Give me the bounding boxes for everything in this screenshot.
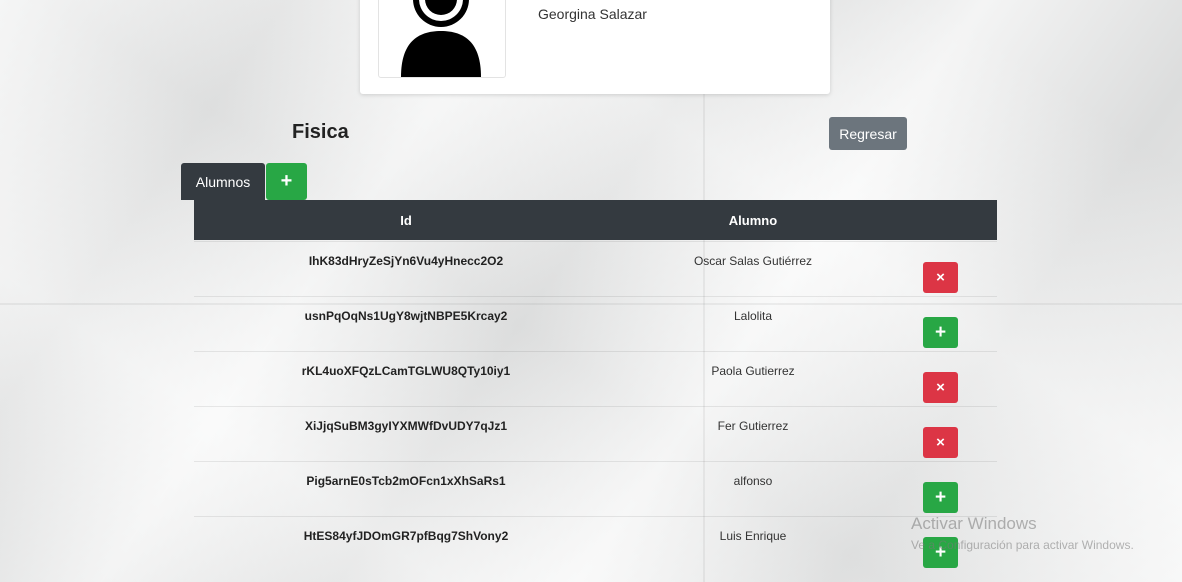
windows-activation-watermark: Activar Windows Ve a Configuración para … <box>911 514 1134 552</box>
remove-student-button[interactable]: × <box>923 427 958 458</box>
add-student-button[interactable]: + <box>266 163 307 200</box>
avatar <box>378 0 506 78</box>
add-student-button[interactable]: + <box>923 482 958 513</box>
remove-student-button[interactable]: × <box>923 262 958 293</box>
student-id: usnPqOqNs1UgY8wjtNBPE5Krcay2 <box>304 309 508 323</box>
student-id: XiJjqSuBM3gyIYXMWfDvUDY7qJz1 <box>304 419 508 433</box>
table-row: IhK83dHryZeSjYn6Vu4yHnecc2O2 Oscar Salas … <box>194 241 997 297</box>
student-id: HtES84yfJDOmGR7pfBqg7ShVony2 <box>303 529 509 543</box>
close-icon: × <box>936 379 945 396</box>
plus-icon: + <box>934 486 947 508</box>
student-name: alfonso <box>733 474 773 488</box>
back-button[interactable]: Regresar <box>829 117 907 150</box>
remove-student-button[interactable]: × <box>923 372 958 403</box>
table-row: HtES84yfJDOmGR7pfBqg7ShVony2 Luis Enrique… <box>194 516 997 572</box>
table-header: Id Alumno <box>194 200 997 240</box>
watermark-title: Activar Windows <box>911 514 1037 533</box>
student-id: Pig5arnE0sTcb2mOFcn1xXhSaRs1 <box>306 474 506 488</box>
student-name: Lalolita <box>733 309 773 323</box>
student-name: Oscar Salas Gutiérrez <box>693 254 813 268</box>
user-silhouette-icon <box>401 0 481 77</box>
table-row: usnPqOqNs1UgY8wjtNBPE5Krcay2 Lalolita + <box>194 296 997 352</box>
close-icon: × <box>936 269 945 286</box>
student-name: Luis Enrique <box>719 529 787 543</box>
tab-alumnos[interactable]: Alumnos <box>181 163 265 200</box>
student-name: Paola Gutierrez <box>711 364 795 378</box>
plus-icon: + <box>934 321 947 343</box>
student-id: IhK83dHryZeSjYn6Vu4yHnecc2O2 <box>308 254 504 268</box>
student-id: rKL4uoXFQzLCamTGLWU8QTy10iy1 <box>301 364 511 378</box>
student-name: Fer Gutierrez <box>717 419 789 433</box>
table-row: Pig5arnE0sTcb2mOFcn1xXhSaRs1 alfonso + <box>194 461 997 517</box>
close-icon: × <box>936 434 945 451</box>
plus-icon: + <box>280 170 293 192</box>
teacher-card: Georgina Salazar <box>360 0 830 94</box>
column-header-id: Id <box>400 212 412 228</box>
table-row: rKL4uoXFQzLCamTGLWU8QTy10iy1 Paola Gutier… <box>194 351 997 407</box>
add-student-button[interactable]: + <box>923 317 958 348</box>
column-header-alumno: Alumno <box>728 212 778 228</box>
table-row: XiJjqSuBM3gyIYXMWfDvUDY7qJz1 Fer Gutierre… <box>194 406 997 462</box>
page-title: Fisica <box>292 121 349 143</box>
watermark-subtitle: Ve a Configuración para activar Windows. <box>911 538 1134 552</box>
teacher-name: Georgina Salazar <box>538 6 647 22</box>
